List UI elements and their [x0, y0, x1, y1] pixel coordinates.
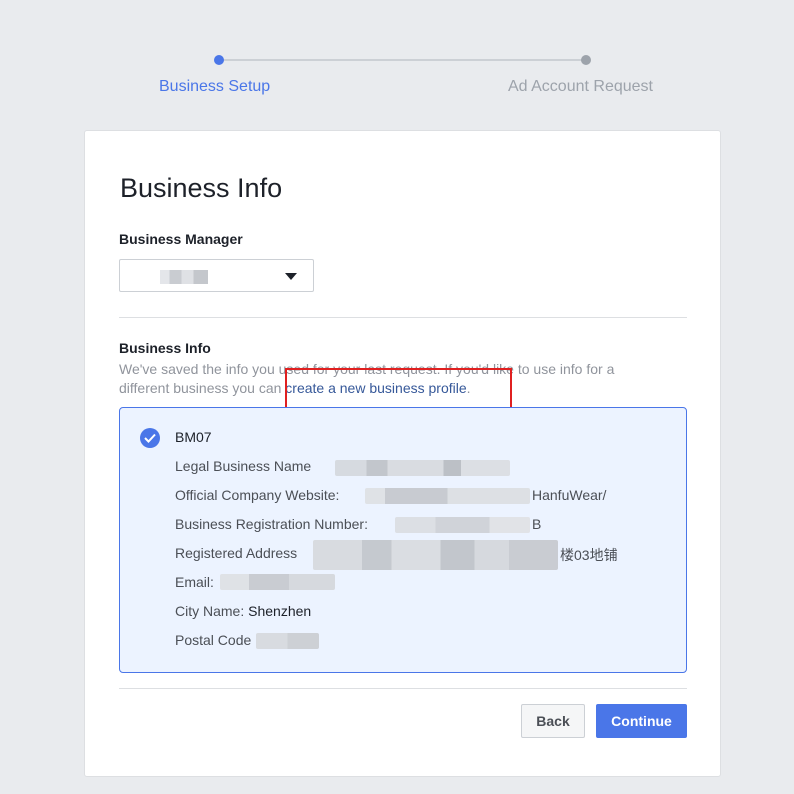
- step-label-ad-account-request: Ad Account Request: [508, 78, 653, 95]
- page-title: Business Info: [120, 173, 283, 203]
- redacted-value: [335, 460, 510, 476]
- row-label: Legal Business Name: [175, 458, 312, 474]
- progress-stepper: Business Setup Ad Account Request: [0, 0, 794, 110]
- step-dot-ad-account-request: [581, 55, 591, 65]
- business-info-description: We've saved the info you used for your l…: [119, 360, 659, 398]
- divider: [119, 688, 687, 689]
- legal-business-name-row: Legal Business Name: [175, 458, 311, 474]
- redacted-value: [256, 633, 319, 649]
- registered-address-row: Registered Address: [175, 545, 297, 561]
- website-value: HanfuWear/: [532, 487, 607, 503]
- redacted-value: [313, 540, 558, 570]
- row-label: Official Company Website:: [175, 487, 340, 503]
- step-dot-business-setup: [214, 55, 224, 65]
- business-manager-label: Business Manager: [119, 231, 243, 247]
- caret-down-icon: [285, 273, 297, 280]
- business-manager-select[interactable]: [119, 259, 314, 292]
- row-label: Business Registration Number:: [175, 516, 368, 532]
- redacted-value: [220, 574, 335, 590]
- redacted-value: [395, 517, 530, 533]
- continue-button[interactable]: Continue: [596, 704, 687, 738]
- divider: [119, 317, 687, 318]
- registered-address-value: 楼03地铺: [560, 547, 618, 563]
- stepper-line: [219, 59, 586, 61]
- email-row: Email:: [175, 574, 214, 590]
- business-registration-number-row: Business Registration Number:: [175, 516, 368, 532]
- redacted-value: [160, 270, 208, 284]
- business-info-card: Business Info Business Manager Business …: [84, 130, 721, 777]
- registration-number-value: B: [532, 516, 542, 532]
- postal-code-row: Postal Code: [175, 632, 251, 648]
- row-label: City Name:: [175, 603, 245, 619]
- back-button[interactable]: Back: [521, 704, 585, 738]
- step-label-business-setup[interactable]: Business Setup: [159, 78, 270, 96]
- row-label: Registered Address: [175, 545, 298, 561]
- check-circle-icon: [140, 428, 160, 448]
- row-label: Postal Code: [175, 632, 252, 648]
- official-company-website-row: Official Company Website:: [175, 487, 339, 503]
- saved-business-profile-option[interactable]: BM07 Legal Business Name Official Compan…: [119, 407, 687, 673]
- description-suffix: .: [466, 380, 471, 396]
- profile-name: BM07: [175, 429, 212, 445]
- city-name-value: Shenzhen: [248, 603, 312, 619]
- business-info-label: Business Info: [119, 340, 211, 356]
- row-label: Email:: [175, 574, 214, 590]
- create-business-profile-link[interactable]: create a new business profile: [285, 380, 466, 396]
- redacted-value: [365, 488, 530, 504]
- city-name-row: City Name: Shenzhen: [175, 603, 311, 619]
